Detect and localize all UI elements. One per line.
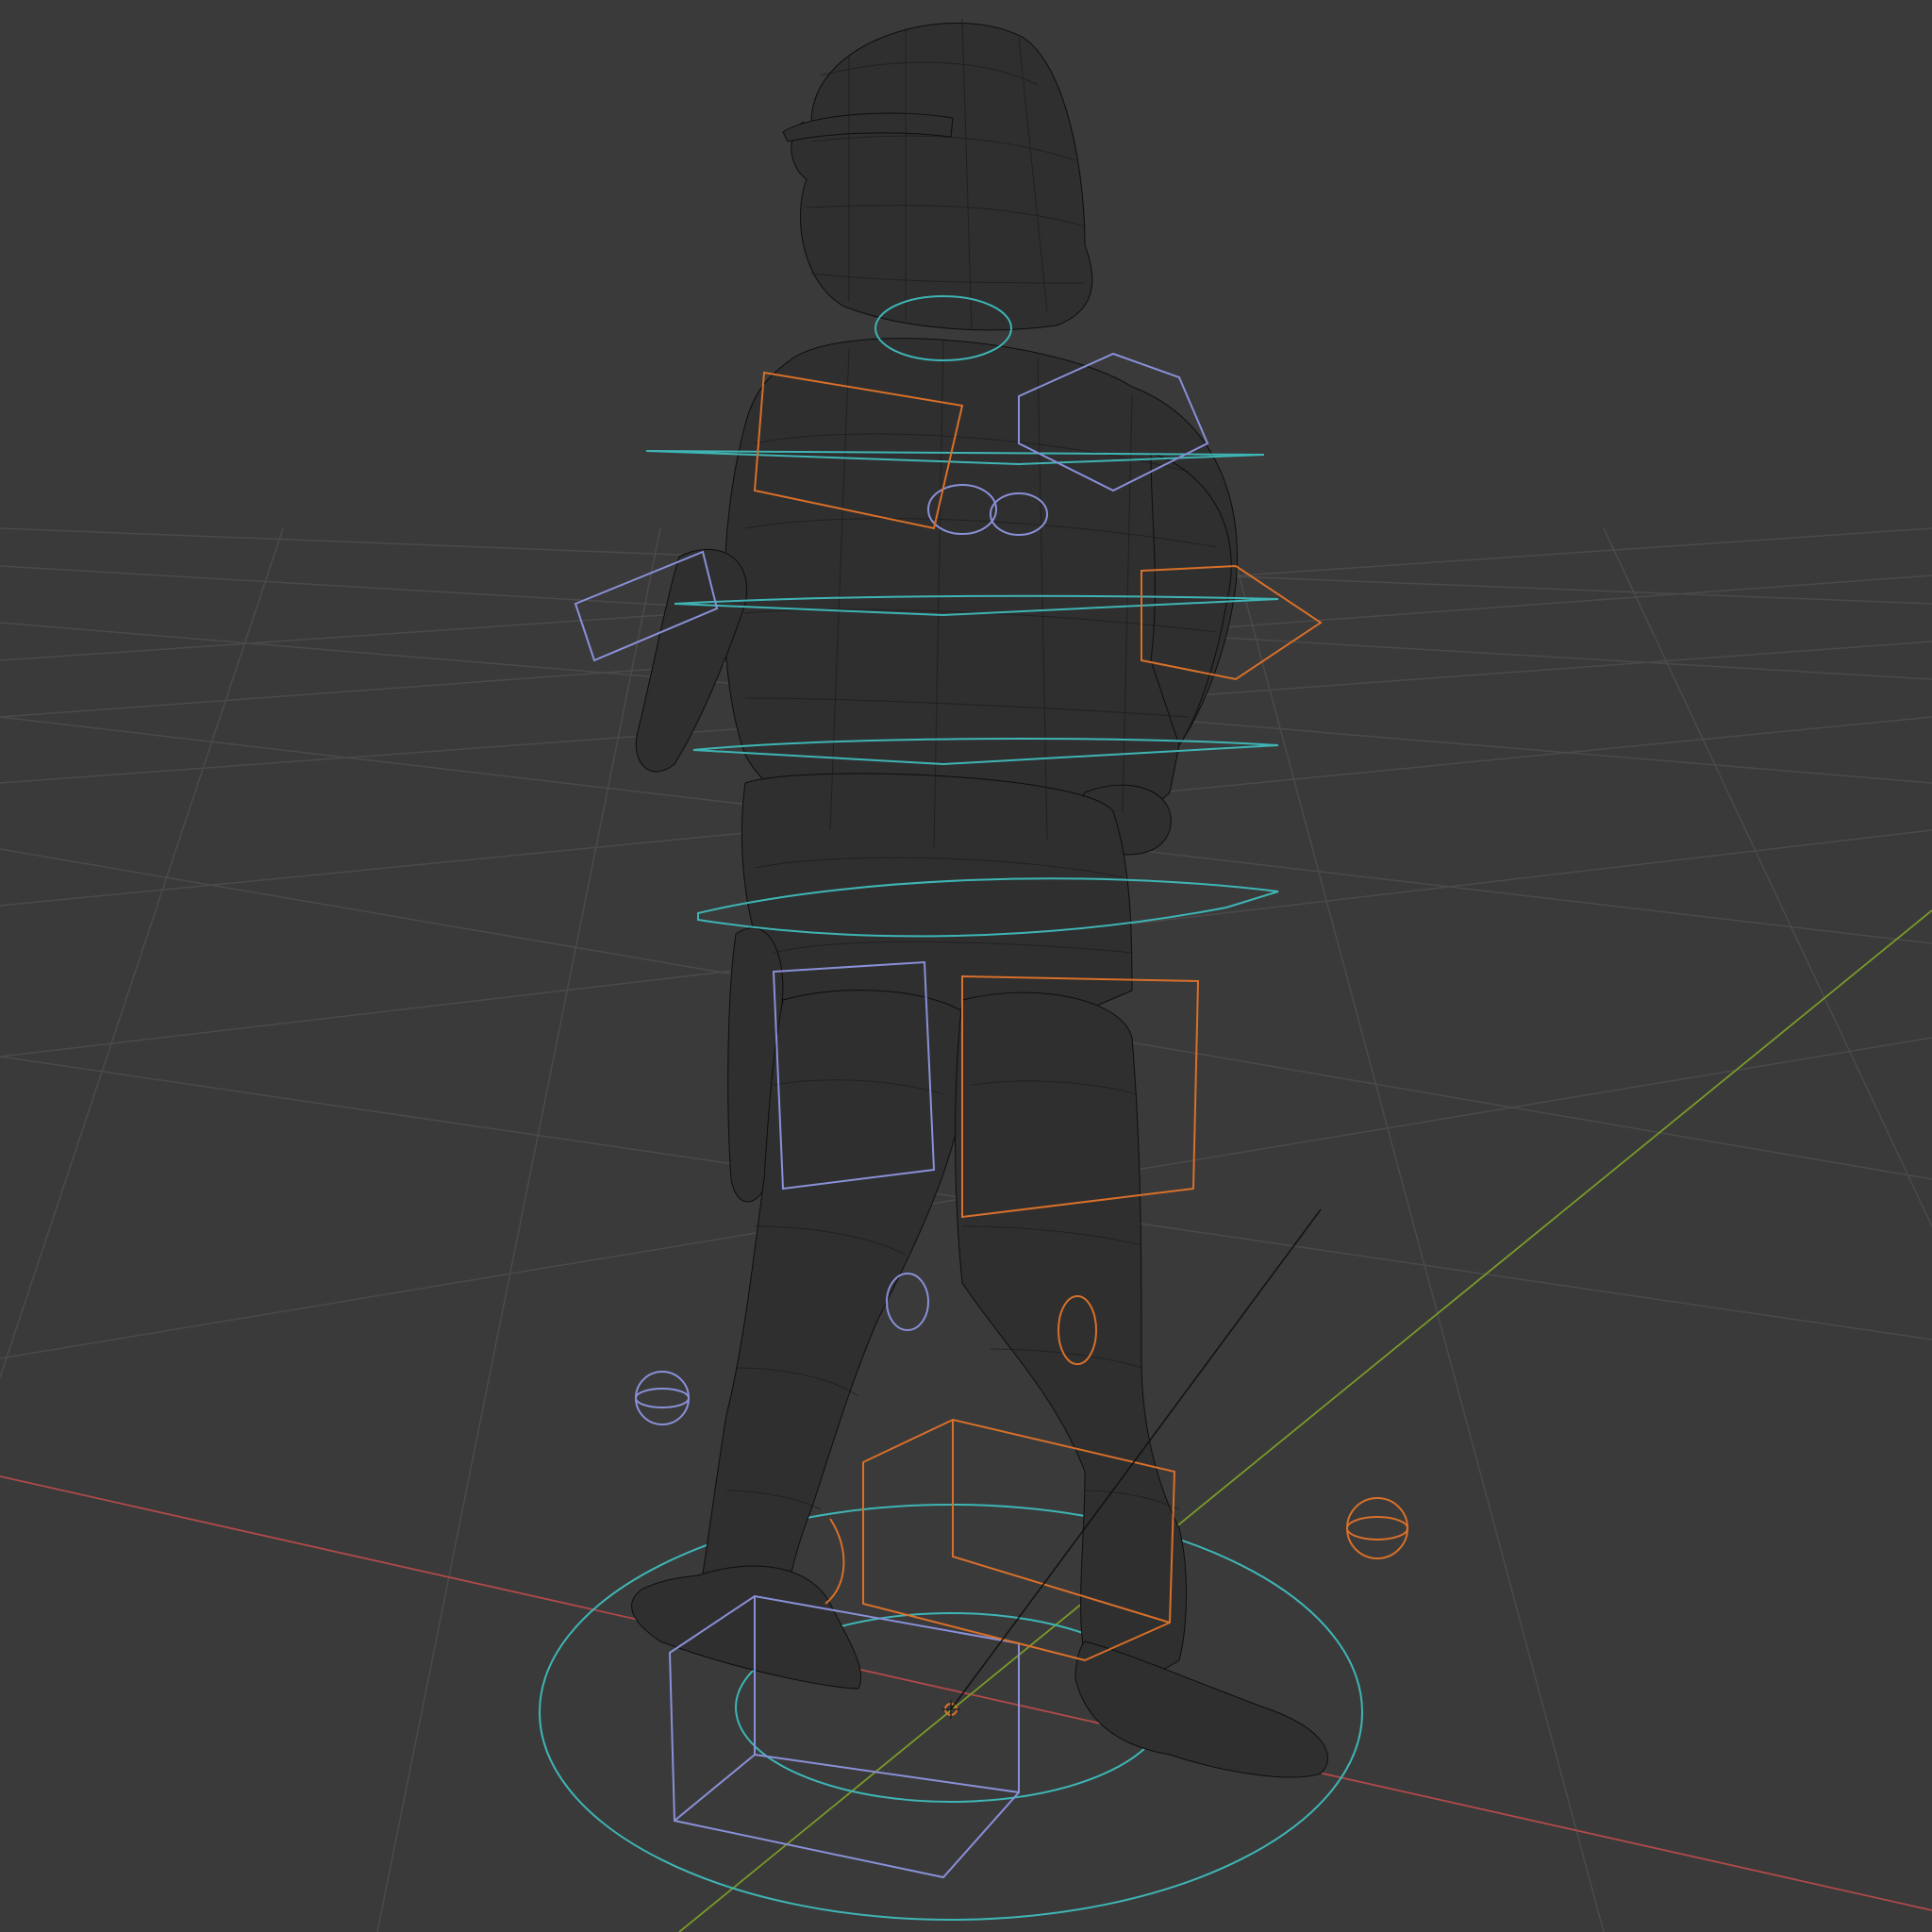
3d-viewport[interactable] (0, 0, 1932, 1932)
x-axis-line (0, 1475, 1932, 1911)
character-mesh[interactable] (631, 18, 1328, 1778)
viewport-canvas[interactable] (0, 0, 1932, 1932)
